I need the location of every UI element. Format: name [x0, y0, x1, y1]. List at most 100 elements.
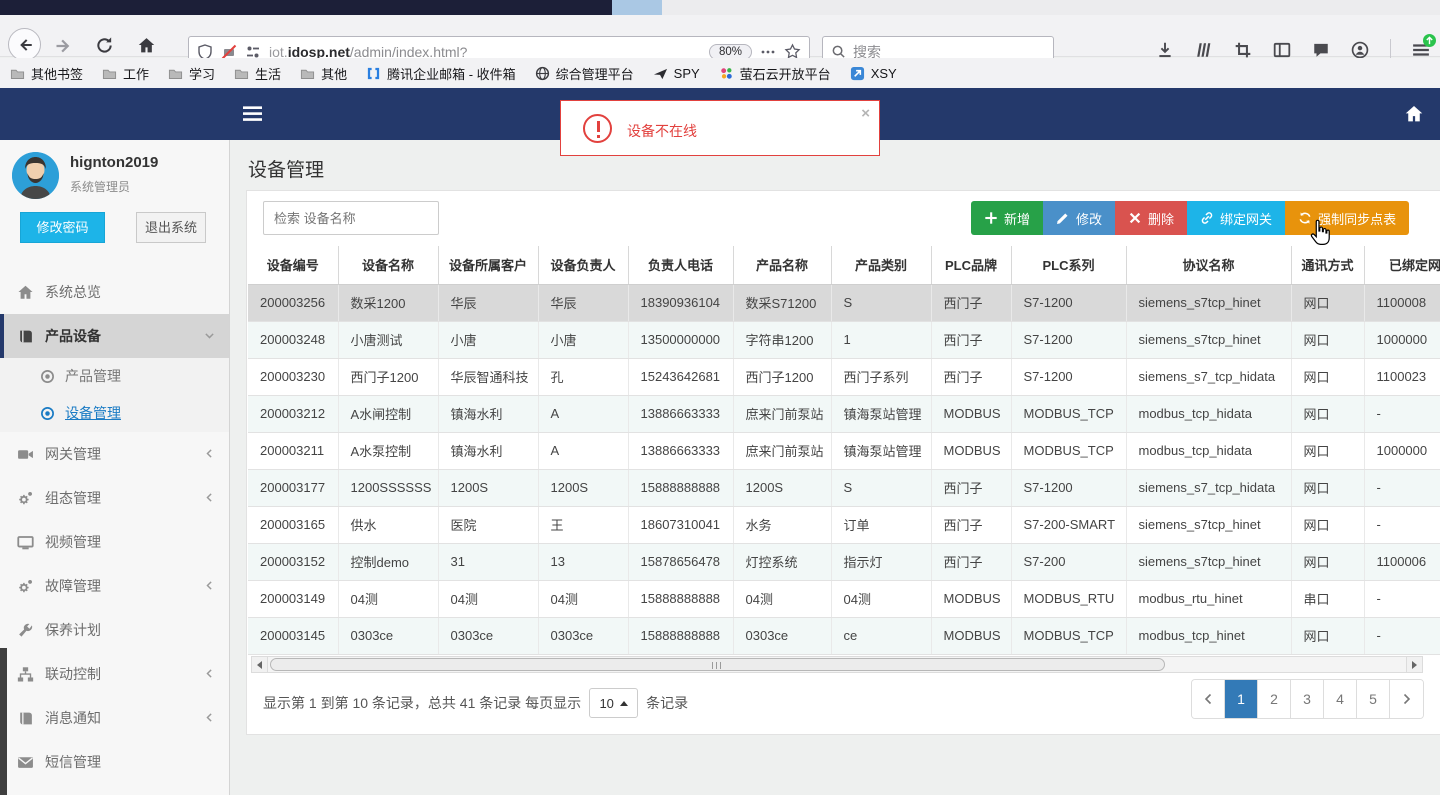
table-row[interactable]: 200003149 04测 04测 04测 15888888888 04测 04测 MODBU… [248, 580, 1440, 618]
update-available-badge [1423, 34, 1436, 47]
app-home-icon[interactable] [1404, 104, 1424, 124]
table-cell: S7-1200 [1011, 358, 1127, 396]
force-sync-button[interactable]: 强制同步点表 [1285, 201, 1410, 235]
bookmark-item[interactable]: 综合管理平台 [535, 64, 634, 83]
menu-button[interactable] [1412, 34, 1436, 59]
bookmark-item[interactable]: XSY [850, 66, 897, 81]
sidebar-item-products-devices[interactable]: 产品设备 [0, 314, 229, 358]
account-icon[interactable] [1351, 41, 1369, 59]
horizontal-scrollbar[interactable] [251, 656, 1423, 673]
alert-popup: 设备不在线 × [560, 100, 880, 156]
bookmark-item[interactable]: 腾讯企业邮箱 - 收件箱 [366, 64, 516, 83]
table-cell: MODBUS_TCP [1011, 617, 1127, 655]
prev-page-button[interactable] [1192, 680, 1225, 718]
table-row[interactable]: 200003165 供水 医院王 18607310041 水务 订单 西门子 S7-200-S… [248, 506, 1440, 544]
table-cell: 15243642681 [628, 358, 734, 396]
change-password-button[interactable]: 修改密码 [20, 212, 105, 243]
sidebars-icon[interactable] [1273, 41, 1291, 59]
table-row[interactable]: 200003248 小唐测试 小唐 小唐 13500000000 字符串1200 1 西门子 S… [248, 321, 1440, 359]
column-header: 设备所属客户 [438, 246, 539, 285]
sidebar-item-maintenance-plan[interactable]: 保养计划 [0, 608, 229, 652]
table-cell: siemens_s7_tcp_hidata [1126, 358, 1292, 396]
sidebar-toggle-icon[interactable] [243, 105, 262, 122]
table-cell: 04测 [831, 580, 932, 618]
scroll-right-button[interactable] [1406, 657, 1422, 672]
alert-close-button[interactable]: × [861, 106, 870, 121]
bookmark-item[interactable]: SPY [653, 66, 700, 81]
reload-button[interactable] [95, 36, 115, 56]
sidebar-item-configuration-management[interactable]: 组态管理 [0, 476, 229, 520]
library-icon[interactable] [1195, 41, 1213, 59]
table-cell: MODBUS [931, 432, 1012, 470]
table-cell: - [1364, 617, 1440, 655]
page-button-3[interactable]: 3 [1291, 680, 1324, 718]
bookmarks-bar: 其他书签 工作 学习 生活 其他 腾讯企业邮箱 - 收件箱 综合管理平台 SPY… [0, 58, 1440, 88]
table-cell: 13 [538, 543, 629, 581]
sidebar-item-overview[interactable]: 系统总览 [0, 270, 229, 314]
table-row[interactable]: 200003212 A水闸控制 镇海水利 A 13886663333 庶来门前泵站 镇海泵站… [248, 395, 1440, 433]
chat-bubble-icon[interactable] [1312, 41, 1330, 59]
column-header: PLC系列 [1011, 246, 1127, 285]
sidebar-item-gateway-management[interactable]: 网关管理 [0, 432, 229, 476]
page-button-1[interactable]: 1 [1225, 680, 1258, 718]
sidebar-item-device-management[interactable]: 设备管理 [0, 395, 229, 432]
sidebar-item-message-notification[interactable]: 消息通知 [0, 696, 229, 740]
table-cell: S7-200 [1011, 543, 1127, 581]
browser-tab[interactable] [612, 0, 662, 15]
device-table-container: 设备编号 设备名称 设备所属客户 设备负责人 负责人电话 产品名称 产品类别 PLC品牌 PLC… [248, 246, 1440, 655]
sidebar-item-product-management[interactable]: 产品管理 [0, 358, 229, 395]
table-cell: siemens_s7_tcp_hidata [1126, 469, 1292, 507]
avatar[interactable] [12, 152, 59, 199]
forward-button[interactable] [54, 36, 74, 56]
back-button[interactable] [8, 28, 41, 61]
table-cell: 0303ce [538, 617, 629, 655]
page-size-select[interactable]: 10 [589, 688, 639, 718]
logout-button[interactable]: 退出系统 [136, 212, 206, 243]
wrench-icon [19, 623, 33, 637]
delete-button[interactable]: 删除 [1115, 201, 1188, 235]
column-header: PLC品牌 [931, 246, 1012, 285]
page-button-2[interactable]: 2 [1258, 680, 1291, 718]
sidebar-item-video-management[interactable]: 视频管理 [0, 520, 229, 564]
bookmark-item[interactable]: 萤石云开放平台 [719, 64, 831, 83]
bind-gateway-button[interactable]: 绑定网关 [1187, 201, 1286, 235]
bookmark-folder[interactable]: 其他 [300, 64, 347, 83]
table-row[interactable]: 200003145 0303ce 0303ce 0303ce 15888888888 03… [248, 617, 1440, 655]
table-cell: 华辰 [538, 284, 629, 322]
bookmark-folder[interactable]: 工作 [102, 64, 149, 83]
bookmark-folder[interactable]: 其他书签 [10, 64, 83, 83]
bookmark-folder[interactable]: 生活 [234, 64, 281, 83]
table-cell: 小唐 [538, 321, 629, 359]
sidebar-item-fault-management[interactable]: 故障管理 [0, 564, 229, 608]
column-header: 产品类别 [831, 246, 932, 285]
table-cell: 西门子 [931, 321, 1012, 359]
home-button[interactable] [137, 36, 157, 56]
table-row[interactable]: 200003256 数采1200 华辰 华辰 18390936104 数采S71200 S 西… [248, 284, 1440, 322]
table-cell: 字符串1200 [733, 321, 832, 359]
table-row[interactable]: 200003177 1200SSSSSS 1200S 1200S 15888888888… [248, 469, 1440, 507]
device-search-input[interactable] [263, 201, 439, 235]
gears-icon [19, 579, 32, 592]
next-page-button[interactable] [1390, 680, 1423, 718]
add-button[interactable]: 新增 [971, 201, 1044, 235]
table-row[interactable]: 200003211 A水泵控制 镇海水利 A 13886663333 庶来门前泵站 镇海泵站… [248, 432, 1440, 470]
bookmark-folder[interactable]: 学习 [168, 64, 215, 83]
color-dots-icon [720, 67, 732, 79]
scroll-left-button[interactable] [252, 657, 268, 672]
table-cell: 1 [831, 321, 932, 359]
scrollbar-thumb[interactable] [270, 658, 1165, 671]
table-row[interactable]: 200003230 西门子1200 华辰智通科技孔 15243642681 西门子120… [248, 358, 1440, 396]
edit-button[interactable]: 修改 [1043, 201, 1116, 235]
bookmark-label: 综合管理平台 [555, 66, 634, 82]
downloads-icon[interactable] [1156, 41, 1174, 59]
vertical-scrollbar[interactable] [0, 648, 7, 795]
screenshot-icon[interactable] [1234, 41, 1252, 59]
sidebar-item-linkage-control[interactable]: 联动控制 [0, 652, 229, 696]
sidebar-item-sms-management[interactable]: 短信管理 [0, 740, 229, 784]
page-button-4[interactable]: 4 [1324, 680, 1357, 718]
table-row[interactable]: 200003152 控制demo 31 13 15878656478 灯控系统 指示灯 西门子… [248, 543, 1440, 581]
table-cell: 1200S [538, 469, 629, 507]
table-cell: 水务 [733, 506, 832, 544]
table-cell: 西门子 [931, 358, 1012, 396]
page-button-5[interactable]: 5 [1357, 680, 1390, 718]
